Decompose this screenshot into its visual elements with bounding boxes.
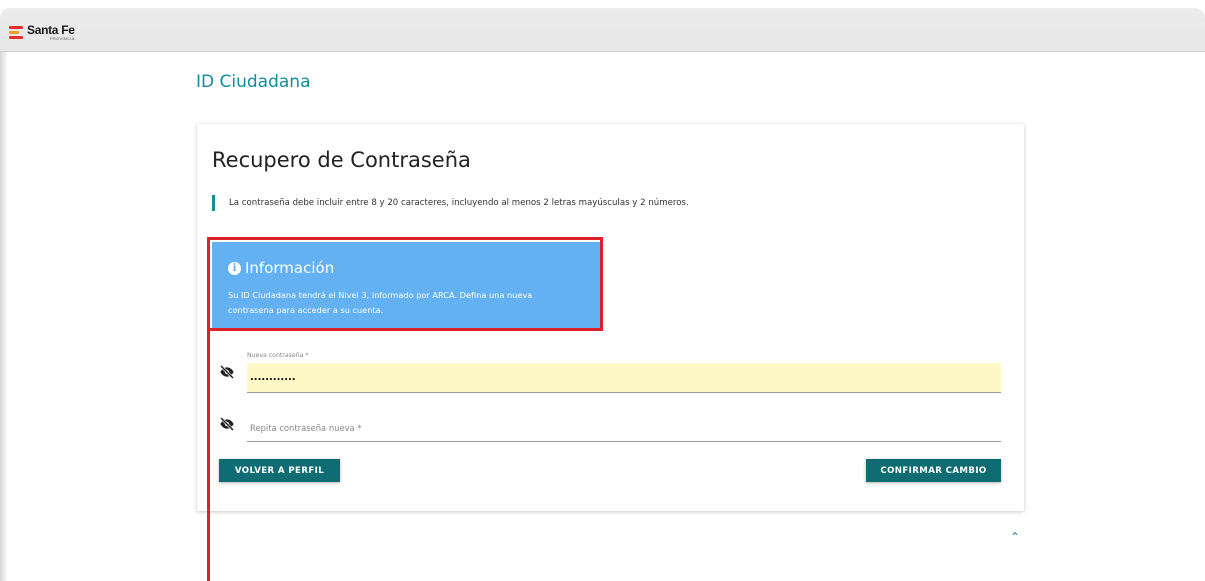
logo-subtitle: PROVINCIA bbox=[49, 36, 75, 41]
santa-fe-logo[interactable]: Santa Fe PROVINCIA bbox=[9, 24, 75, 48]
eye-off-icon[interactable] bbox=[219, 416, 235, 432]
chevron-up-icon[interactable]: ⌃ bbox=[1009, 531, 1021, 543]
logo-title: Santa Fe bbox=[27, 23, 75, 37]
page-title: ID Ciudadana bbox=[196, 72, 311, 92]
annotation-highlight-line bbox=[207, 331, 210, 581]
browser-frame: Santa Fe PROVINCIA ID Ciudadana Recupero… bbox=[0, 0, 1205, 581]
back-to-profile-button[interactable]: VOLVER A PERFIL bbox=[219, 459, 340, 482]
new-password-input[interactable] bbox=[247, 363, 1001, 393]
confirm-change-button[interactable]: CONFIRMAR CAMBIO bbox=[866, 459, 1001, 482]
password-rules-text: La contraseña debe incluir entre 8 y 20 … bbox=[229, 198, 689, 208]
top-bar: Santa Fe PROVINCIA bbox=[0, 8, 1205, 52]
annotation-highlight-box bbox=[207, 237, 603, 331]
logo-mark-icon bbox=[9, 26, 25, 40]
repeat-password-input[interactable] bbox=[247, 414, 1001, 442]
new-password-label: Nueva contraseña * bbox=[247, 352, 309, 359]
logo-text: Santa Fe PROVINCIA bbox=[27, 24, 75, 41]
password-rules-note: La contraseña debe incluir entre 8 y 20 … bbox=[212, 195, 689, 211]
left-edge-shadow bbox=[0, 52, 8, 581]
eye-off-icon[interactable] bbox=[219, 364, 235, 380]
card-title: Recupero de Contraseña bbox=[212, 148, 471, 172]
